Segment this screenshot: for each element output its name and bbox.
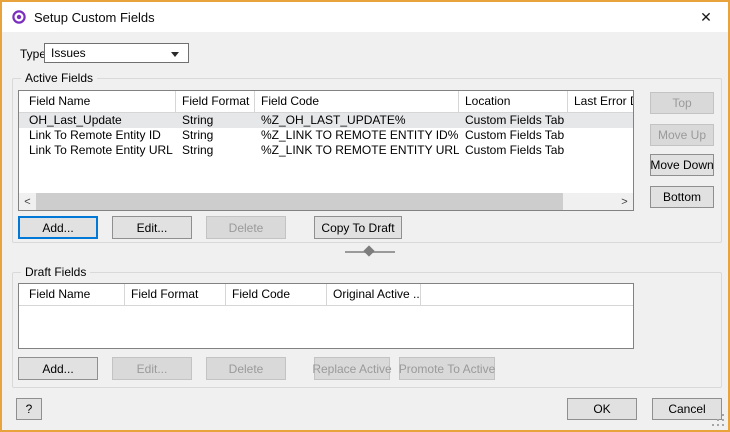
column-header[interactable]: Field Format (125, 284, 226, 305)
column-header[interactable]: Field Code (226, 284, 327, 305)
column-header (421, 284, 633, 305)
active-fields-table[interactable]: Field Name Field Format Field Code Locat… (18, 90, 634, 211)
active-fields-group-label: Active Fields (21, 71, 97, 85)
app-icon (12, 10, 26, 24)
table-row[interactable]: OH_Last_Update String %Z_OH_LAST_UPDATE%… (19, 113, 633, 128)
cell-location: Custom Fields Tab (459, 143, 568, 158)
close-icon[interactable]: ✕ (690, 2, 722, 32)
column-header[interactable]: Field Name (19, 284, 125, 305)
cell-field-name: Link To Remote Entity URL (19, 143, 176, 158)
top-button: Top (650, 92, 714, 114)
active-table-header: Field Name Field Format Field Code Locat… (19, 91, 633, 113)
scroll-left-icon[interactable]: < (19, 193, 36, 210)
column-header[interactable]: Field Format (176, 91, 255, 112)
horizontal-scrollbar[interactable]: < > (19, 193, 633, 210)
ok-button[interactable]: OK (567, 398, 637, 420)
column-header[interactable]: Field Code (255, 91, 459, 112)
move-up-button: Move Up (650, 124, 714, 146)
column-header[interactable]: Original Active ... (327, 284, 421, 305)
cell-field-code: %Z_LINK TO REMOTE ENTITY ID% (255, 128, 459, 143)
cell-field-name: Link To Remote Entity ID (19, 128, 176, 143)
cell-field-name: OH_Last_Update (19, 113, 176, 128)
scrollbar-thumb[interactable] (36, 193, 563, 210)
cell-field-format: String (176, 143, 255, 158)
active-delete-button: Delete (206, 216, 286, 239)
active-edit-button[interactable]: Edit... (112, 216, 192, 239)
window-title: Setup Custom Fields (34, 10, 155, 25)
setup-custom-fields-dialog: Setup Custom Fields ✕ Type: Issues Activ… (0, 0, 730, 432)
chevron-down-icon (171, 52, 179, 57)
promote-to-active-button: Promote To Active (399, 357, 495, 380)
splitter-handle-icon[interactable] (363, 245, 374, 256)
draft-delete-button: Delete (206, 357, 286, 380)
cell-field-format: String (176, 113, 255, 128)
draft-edit-button: Edit... (112, 357, 192, 380)
draft-fields-table[interactable]: Field Name Field Format Field Code Origi… (18, 283, 634, 349)
table-row[interactable]: Link To Remote Entity URL String %Z_LINK… (19, 143, 633, 158)
column-header[interactable]: Field Name (19, 91, 176, 112)
help-button[interactable]: ? (16, 398, 42, 420)
draft-add-button[interactable]: Add... (18, 357, 98, 380)
title-bar: Setup Custom Fields ✕ (2, 2, 728, 32)
cell-field-code: %Z_LINK TO REMOTE ENTITY URL% (255, 143, 459, 158)
type-dropdown-value: Issues (51, 46, 86, 60)
column-header[interactable]: Last Error Da (568, 91, 633, 112)
column-header[interactable]: Location (459, 91, 568, 112)
cell-location: Custom Fields Tab (459, 128, 568, 143)
resize-grip[interactable] (712, 414, 724, 426)
cell-field-format: String (176, 128, 255, 143)
replace-active-button: Replace Active (314, 357, 390, 380)
copy-to-draft-button[interactable]: Copy To Draft (314, 216, 402, 239)
move-down-button[interactable]: Move Down (650, 154, 714, 176)
cell-field-code: %Z_OH_LAST_UPDATE% (255, 113, 459, 128)
cell-location: Custom Fields Tab (459, 113, 568, 128)
scroll-right-icon[interactable]: > (616, 193, 633, 210)
bottom-button[interactable]: Bottom (650, 186, 714, 208)
type-dropdown[interactable]: Issues (44, 43, 189, 63)
table-row[interactable]: Link To Remote Entity ID String %Z_LINK … (19, 128, 633, 143)
active-add-button[interactable]: Add... (18, 216, 98, 239)
draft-fields-group-label: Draft Fields (21, 265, 90, 279)
draft-table-header: Field Name Field Format Field Code Origi… (19, 284, 633, 306)
